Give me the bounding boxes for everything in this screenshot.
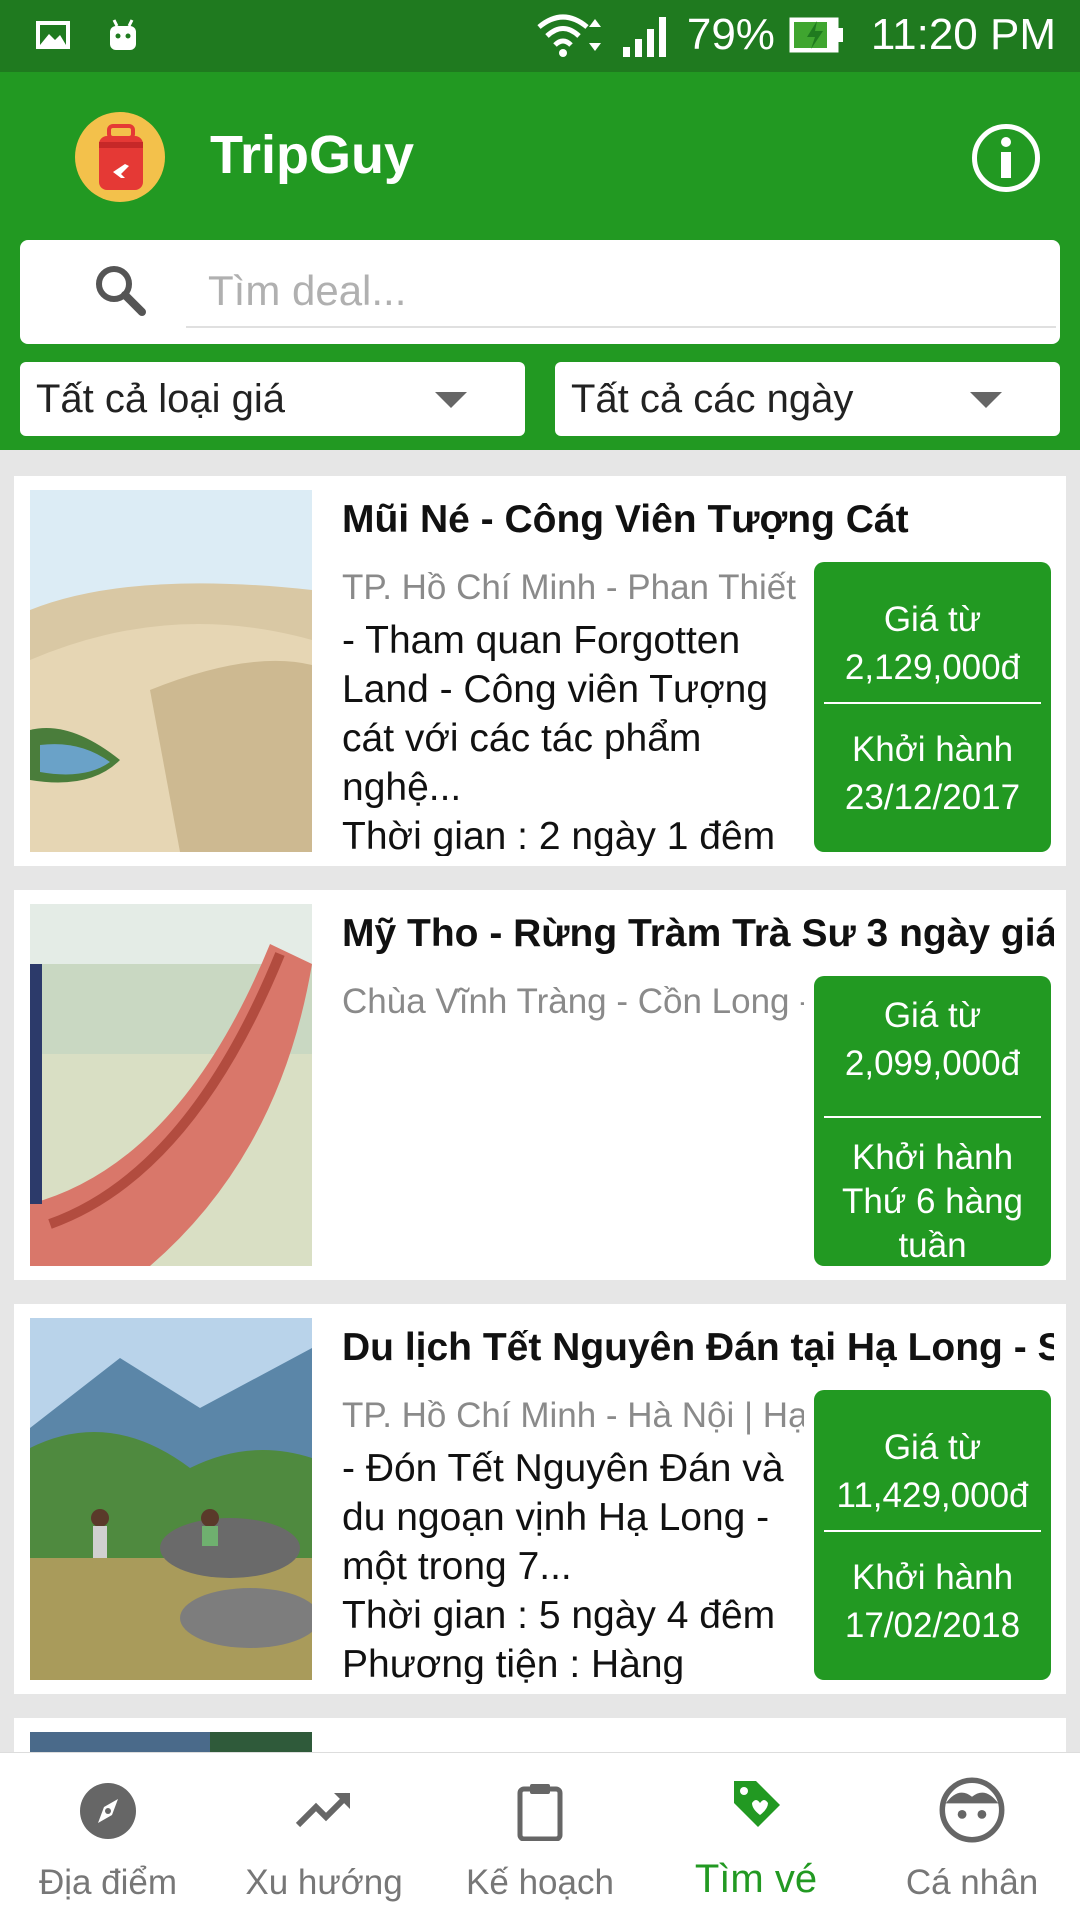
clipboard-icon: [517, 1784, 563, 1841]
search-bar: [20, 240, 1060, 344]
luggage-logo-icon: [75, 112, 165, 202]
compass-icon: [80, 1783, 136, 1839]
depart-label: Khởi hành: [851, 1558, 1014, 1597]
deal-title: Du lịch Tết Nguyên Đán tại Hạ Long - Sap…: [342, 1326, 1054, 1369]
nav-item-ca-nhan[interactable]: Cá nhân: [864, 1753, 1080, 1920]
battery-charging-icon: [789, 17, 843, 53]
price-value: 11,429,000đ: [836, 1476, 1029, 1515]
depart-value: 17/02/2018: [844, 1606, 1021, 1645]
signal-icon: [622, 17, 666, 57]
dropdown-arrow-icon: [970, 392, 1002, 408]
price-filter-value: Tất cả loại giá: [36, 377, 286, 421]
deal-title: Mỹ Tho - Rừng Tràm Trà Sư 3 ngày giá tốt: [342, 912, 1054, 955]
status-bar: 79% 11:20 PM: [0, 0, 1080, 72]
date-filter-value: Tất cả các ngày: [571, 377, 854, 421]
depart-value: Thứ 6 hàng tuần: [841, 1182, 1024, 1265]
price-label: Giá từ: [883, 996, 982, 1035]
deal-route: Chùa Vĩnh Tràng - Cồn Long - Lân: [342, 982, 804, 1021]
nav-label: Địa điểm: [38, 1863, 178, 1902]
dropdown-arrow-icon: [435, 392, 467, 408]
android-notification-icon: [110, 19, 136, 50]
deal-card[interactable]: Mỹ Tho - Rừng Tràm Trà Sư 3 ngày giá tốt…: [14, 890, 1066, 1280]
wifi-icon: [537, 14, 601, 57]
trending-icon: [295, 1792, 351, 1828]
battery-percent: 79%: [686, 10, 775, 59]
nav-label: Tìm vé: [694, 1857, 818, 1901]
search-input[interactable]: [186, 256, 1056, 328]
ticket-tag-icon: [734, 1781, 780, 1827]
bottom-navigation: Địa điểm Xu hướng Kế hoạch Tìm vé Cá nhâ…: [0, 1752, 1080, 1920]
info-icon: [1001, 137, 1011, 178]
nav-label: Kế hoạch: [466, 1863, 614, 1902]
gallery-notification-icon: [36, 21, 70, 49]
price-filter-dropdown[interactable]: Tất cả loại giá: [20, 362, 525, 436]
price-box: Giá từ 2,129,000đ Khởi hành 23/12/2017: [814, 562, 1051, 852]
deal-card[interactable]: Mũi Né - Công Viên Tượng Cát TP. Hồ Chí …: [14, 476, 1066, 866]
price-value: 2,099,000đ: [844, 1044, 1021, 1083]
info-button[interactable]: [972, 124, 1040, 192]
nav-item-dia-diem[interactable]: Địa điểm: [0, 1753, 216, 1920]
price-label: Giá từ: [883, 600, 982, 639]
deal-description: - Đón Tết Nguyên Đán và du ngoạn vịnh Hạ…: [342, 1447, 784, 1684]
depart-value: 23/12/2017: [844, 778, 1021, 817]
app-bar: TripGuy Tất cả loại giá Tất cả các ngày: [0, 72, 1080, 450]
deal-route: TP. Hồ Chí Minh - Phan Thiết: [342, 568, 796, 607]
nav-label: Xu hướng: [245, 1863, 403, 1902]
deal-thumbnail: [30, 490, 312, 852]
search-icon: [96, 266, 146, 316]
nav-item-xu-huong[interactable]: Xu hướng: [216, 1753, 432, 1920]
app-title: TripGuy: [210, 125, 415, 185]
deal-description: - Tham quan Forgotten Land - Công viên T…: [342, 619, 776, 856]
depart-label: Khởi hành: [851, 730, 1014, 769]
face-icon: [939, 1777, 1005, 1843]
price-box: Giá từ 2,099,000đ Khởi hành Thứ 6 hàng t…: [814, 976, 1051, 1266]
deal-thumbnail: [30, 904, 312, 1266]
deal-title: Mũi Né - Công Viên Tượng Cát: [342, 498, 909, 541]
deal-route: TP. Hồ Chí Minh - Hà Nội | Hạ Long | Sap…: [342, 1396, 804, 1435]
nav-item-ke-hoach[interactable]: Kế hoạch: [432, 1753, 648, 1920]
price-value: 2,129,000đ: [844, 648, 1021, 687]
deal-card[interactable]: Du lịch Tết Nguyên Đán tại Hạ Long - Sap…: [14, 1304, 1066, 1694]
price-box: Giá từ 11,429,000đ Khởi hành 17/02/2018: [814, 1390, 1051, 1680]
date-filter-dropdown[interactable]: Tất cả các ngày: [555, 362, 1060, 436]
price-label: Giá từ: [883, 1428, 982, 1467]
nav-label: Cá nhân: [905, 1863, 1039, 1902]
clock: 11:20 PM: [870, 10, 1056, 59]
deal-thumbnail: [30, 1318, 312, 1680]
nav-item-tim-ve[interactable]: Tìm vé: [648, 1753, 864, 1920]
depart-label: Khởi hành: [851, 1138, 1014, 1177]
